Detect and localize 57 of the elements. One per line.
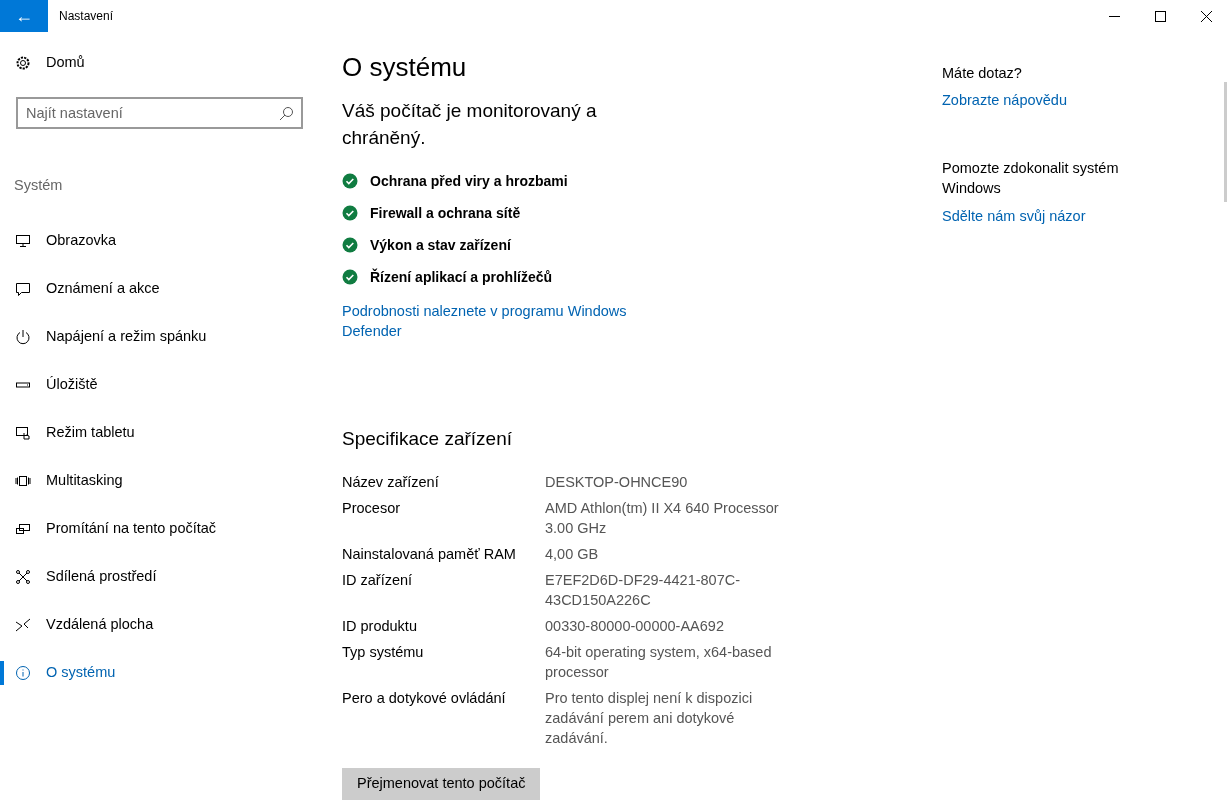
close-icon xyxy=(1200,10,1212,22)
spec-value: DESKTOP-OHNCE90 xyxy=(545,472,689,492)
spec-label: Nainstalovaná paměť RAM xyxy=(342,544,517,564)
spec-value: E7EF2D6D-DF29-4421-807C-43CD150A226C xyxy=(545,570,742,610)
sidebar-item[interactable]: Sdílená prostředí xyxy=(0,553,320,601)
defender-link[interactable]: Podrobnosti naleznete v programu Windows Defender xyxy=(342,301,652,342)
network-nodes-icon xyxy=(15,569,31,585)
spec-value: Pro tento displej není k dispozici zadávání perem ani dotykové zadávání. xyxy=(545,688,754,748)
specs-heading: Specifikace zařízení xyxy=(342,427,514,452)
rename-button[interactable]: Přejmenovat tento počítač xyxy=(342,767,541,800)
maximize-icon xyxy=(1154,10,1166,22)
minimize-icon xyxy=(1108,15,1120,17)
spec-label: Typ systému xyxy=(342,642,425,662)
spec-value: AMD Athlon(tm) II X4 640 Processor 3.00 GHz xyxy=(545,498,780,538)
home-nav-item[interactable]: Domů xyxy=(0,39,320,87)
spec-value: 00330-80000-00000-AA692 xyxy=(545,616,725,636)
window-stack-icon xyxy=(15,473,31,489)
spec-value: 4,00 GB xyxy=(545,544,600,564)
power-icon xyxy=(15,329,31,345)
sidebar-item[interactable]: O systému xyxy=(0,649,320,697)
protection-item: Řízení aplikací a prohlížečů xyxy=(370,267,553,287)
info-icon xyxy=(15,665,31,681)
gear-icon xyxy=(15,55,31,71)
speech-bubble-icon xyxy=(15,281,31,297)
sidebar-item[interactable]: Úložiště xyxy=(0,361,320,409)
sidebar-item[interactable]: Promítání na tento počítač xyxy=(0,505,320,553)
spec-label: Procesor xyxy=(342,498,402,518)
tablet-hand-icon xyxy=(15,425,31,441)
protection-item: Výkon a stav zařízení xyxy=(370,235,511,255)
question-heading: Máte dotaz? xyxy=(942,64,1023,83)
scrollbar[interactable] xyxy=(1224,82,1227,202)
section-heading: Systém xyxy=(14,177,63,193)
sidebar-item[interactable]: Napájení a režim spánku xyxy=(0,313,320,361)
spec-label: ID zařízení xyxy=(342,570,414,590)
sidebar-item[interactable]: Vzdálená plocha xyxy=(0,601,320,649)
improve-text: Pomozte zdokonalit systém Windows xyxy=(942,159,1120,199)
window-title: Nastavení xyxy=(58,8,114,25)
sidebar-item[interactable]: Režim tabletu xyxy=(0,409,320,457)
monitor-icon xyxy=(15,233,31,249)
spec-label: Název zařízení xyxy=(342,472,440,492)
search-icon xyxy=(278,106,294,122)
sidebar-item[interactable]: Obrazovka xyxy=(0,217,320,265)
page-title: O systému xyxy=(342,52,468,84)
back-button[interactable]: ← xyxy=(0,0,48,32)
protection-item: Firewall a ochrana sítě xyxy=(370,203,521,223)
sidebar-item[interactable]: Oznámení a akce xyxy=(0,265,320,313)
help-link[interactable]: Zobrazte nápovědu xyxy=(942,92,1067,109)
protection-heading: Váš počítač je monitorovaný a chráněný. xyxy=(342,99,598,151)
sidebar-item[interactable]: Multitasking xyxy=(0,457,320,505)
remote-arrows-icon xyxy=(15,617,31,633)
search-field[interactable]: Najít nastavení xyxy=(16,97,303,129)
spec-label: ID produktu xyxy=(342,616,418,636)
feedback-link[interactable]: Sdělte nám svůj názor xyxy=(942,207,1086,224)
spec-value: 64-bit operating system, x64-based processor xyxy=(545,642,773,682)
screens-icon xyxy=(15,521,31,537)
spec-label: Pero a dotykové ovládání xyxy=(342,688,507,708)
protection-item: Ochrana před viry a hrozbami xyxy=(370,171,568,191)
